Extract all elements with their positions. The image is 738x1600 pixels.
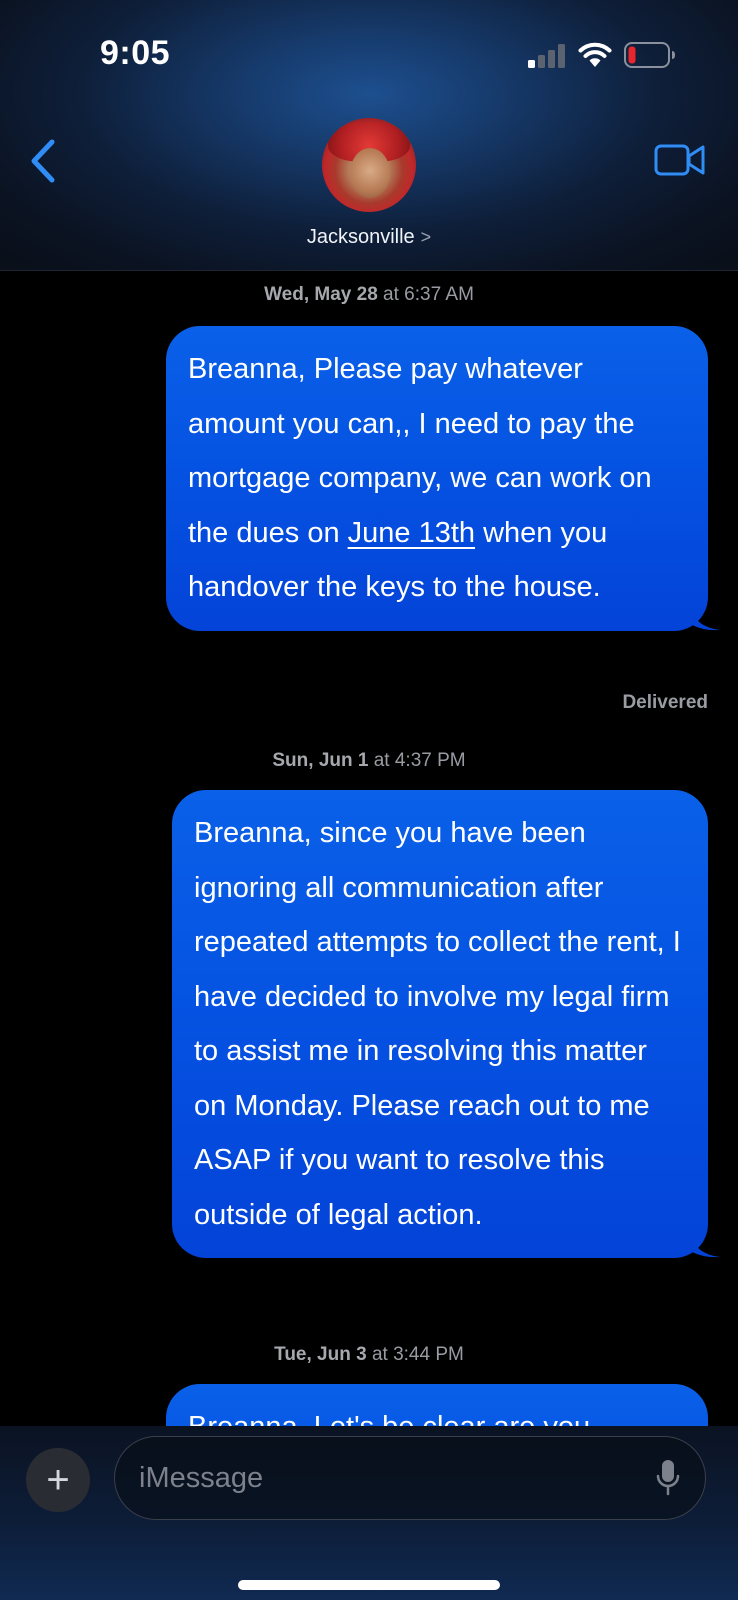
- message-bubble[interactable]: Breanna, since you have been ignoring al…: [172, 790, 720, 1258]
- contact-name-label: Jacksonville: [306, 226, 415, 248]
- compose-bar: + iMessage: [0, 1426, 738, 1600]
- message-bubble[interactable]: Breanna, Please pay whatever amount you …: [166, 326, 720, 631]
- message-input-placeholder: iMessage: [139, 1461, 264, 1494]
- date-link[interactable]: June 13th: [348, 517, 475, 549]
- plus-icon[interactable]: +: [26, 1448, 90, 1512]
- message-timestamp: Wed, May 28 at 6:37 AM: [264, 284, 474, 305]
- chevron-right-icon: >: [420, 227, 432, 247]
- bubble-tail: [690, 604, 720, 630]
- message-timestamp: Sun, Jun 1 at 4:37 PM: [272, 750, 466, 771]
- signal-icon: [528, 44, 565, 68]
- home-indicator[interactable]: [238, 1580, 500, 1590]
- microphone-icon[interactable]: [655, 1459, 681, 1497]
- message-timestamp: Tue, Jun 3 at 3:44 PM: [274, 1344, 464, 1365]
- message-input[interactable]: iMessage: [114, 1436, 706, 1520]
- battery-icon: [624, 42, 675, 68]
- status-time: 9:05: [100, 34, 171, 72]
- video-camera-icon[interactable]: [654, 142, 706, 178]
- contact-name[interactable]: Jacksonville >: [0, 226, 738, 249]
- wifi-icon: [578, 42, 612, 67]
- conversation-header: 9:05 Jacksonville >: [0, 0, 738, 271]
- bubble-tail: [690, 1232, 720, 1258]
- back-chevron-icon[interactable]: [28, 138, 58, 184]
- contact-avatar[interactable]: [322, 118, 416, 212]
- delivered-status: Delivered: [622, 692, 708, 713]
